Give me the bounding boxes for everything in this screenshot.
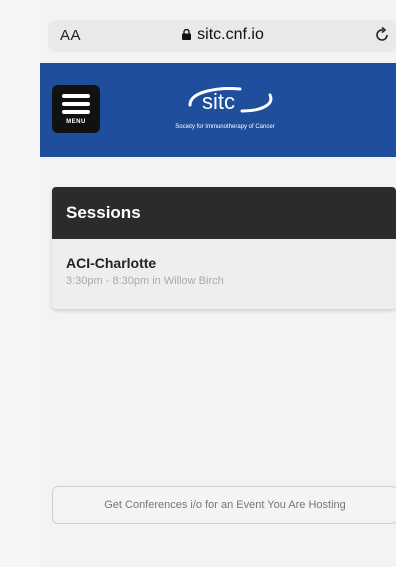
sessions-card: Sessions ACI-Charlotte 3:30pm - 8:30pm i…	[52, 187, 396, 309]
menu-bar-icon	[62, 94, 90, 98]
menu-bar-icon	[62, 110, 90, 114]
site-header: MENU sitc Society for Immunotherapy of C…	[40, 63, 396, 157]
session-detail: 3:30pm - 8:30pm in Willow Birch	[66, 275, 224, 287]
phone-screen: AA sitc.cnf.io MENU sitc Society for Imm…	[40, 0, 396, 567]
url-display[interactable]: sitc.cnf.io	[48, 26, 396, 44]
session-name: ACI-Charlotte	[66, 255, 157, 271]
session-item[interactable]: ACI-Charlotte 3:30pm - 8:30pm in Willow …	[52, 239, 396, 287]
logo-text: sitc	[202, 89, 235, 114]
menu-label: MENU	[66, 119, 86, 125]
menu-bar-icon	[62, 102, 90, 106]
logo-tagline: Society for Immunotherapy of Cancer	[175, 124, 275, 130]
host-event-button[interactable]: Get Conferences i/o for an Event You Are…	[52, 486, 396, 524]
lock-icon	[182, 29, 192, 40]
url-text: sitc.cnf.io	[197, 26, 264, 43]
browser-address-bar[interactable]: AA sitc.cnf.io	[48, 20, 396, 52]
sessions-title: Sessions	[52, 187, 396, 239]
menu-button[interactable]: MENU	[52, 85, 100, 133]
reload-icon[interactable]	[372, 25, 392, 45]
